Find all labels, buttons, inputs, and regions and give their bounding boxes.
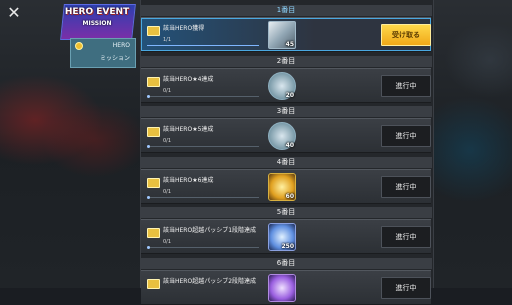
mission-card: 該当HERO超越パッシブ1段階達成 0/1 250 進行中 bbox=[141, 219, 431, 254]
progress-marker bbox=[147, 246, 150, 249]
chest-icon bbox=[147, 228, 160, 238]
purple-gem-icon bbox=[268, 274, 296, 302]
in-progress-button[interactable]: 進行中 bbox=[381, 176, 431, 198]
blue-gem-icon: 250 bbox=[268, 223, 296, 251]
banner-title: HERO EVENT bbox=[64, 7, 130, 17]
progress-marker bbox=[147, 95, 150, 98]
progress-marker bbox=[147, 196, 150, 199]
progress-bar bbox=[147, 96, 259, 97]
mission-progress: 0/1 bbox=[163, 138, 172, 144]
mission-header: 2番目 bbox=[140, 56, 432, 67]
chest-icon bbox=[147, 26, 160, 36]
close-icon[interactable]: ✕ bbox=[6, 5, 22, 21]
progress-bar bbox=[147, 45, 259, 46]
progress-bar bbox=[147, 247, 259, 248]
claim-button[interactable]: 受け取る bbox=[381, 24, 431, 46]
mission-title: 該当HERO超越パッシブ1段階達成 bbox=[163, 227, 257, 234]
mission-title: 該当HERO超越パッシブ2段階達成 bbox=[163, 278, 257, 285]
mission-title: 該当HERO★6達成 bbox=[163, 177, 214, 184]
chest-icon bbox=[147, 77, 160, 87]
mission-header: 4番目 bbox=[140, 157, 432, 168]
mission-title: 該当HERO★5達成 bbox=[163, 126, 214, 133]
gold-gem-icon: 60 bbox=[268, 173, 296, 201]
mission-progress: 0/1 bbox=[163, 239, 172, 245]
mission-title: 該当HERO獲得 bbox=[163, 25, 205, 32]
coin-icon bbox=[75, 42, 83, 50]
mission-card: 該当HERO★4達成 0/1 20 進行中 bbox=[141, 68, 431, 103]
in-progress-button[interactable]: 進行中 bbox=[381, 75, 431, 97]
mission-card: 該当HERO獲得 1/1 45 受け取る bbox=[141, 17, 431, 52]
progress-bar bbox=[147, 146, 259, 147]
mission-header: 1番目 bbox=[140, 5, 432, 16]
mission-progress: 1/1 bbox=[163, 37, 172, 43]
hero-mission-tab[interactable]: HERO ミッション bbox=[70, 38, 136, 68]
tab-label-line1: HERO bbox=[112, 42, 130, 49]
mission-header: 5番目 bbox=[140, 207, 432, 218]
badge-icon: 20 bbox=[268, 72, 296, 100]
mission-title: 該当HERO★4達成 bbox=[163, 76, 214, 83]
mission-progress: 0/1 bbox=[163, 189, 172, 195]
chest-icon bbox=[147, 127, 160, 137]
badge-icon: 40 bbox=[268, 122, 296, 150]
progress-bar bbox=[147, 197, 259, 198]
banner-subtitle: MISSION bbox=[82, 20, 112, 27]
chest-icon bbox=[147, 178, 160, 188]
in-progress-button[interactable]: 進行中 bbox=[381, 125, 431, 147]
mission-card: 該当HERO★6達成 0/1 60 進行中 bbox=[141, 169, 431, 204]
mission-progress: 0/1 bbox=[163, 88, 172, 94]
mission-card: 該当HERO★5達成 0/1 40 進行中 bbox=[141, 118, 431, 153]
progress-marker bbox=[147, 145, 150, 148]
mission-header: 3番目 bbox=[140, 106, 432, 117]
ticket-icon: 45 bbox=[268, 21, 296, 49]
in-progress-button[interactable]: 進行中 bbox=[381, 226, 431, 248]
mission-header: 6番目 bbox=[140, 258, 432, 269]
in-progress-button[interactable]: 進行中 bbox=[381, 277, 431, 299]
tab-label-line2: ミッション bbox=[99, 55, 130, 62]
